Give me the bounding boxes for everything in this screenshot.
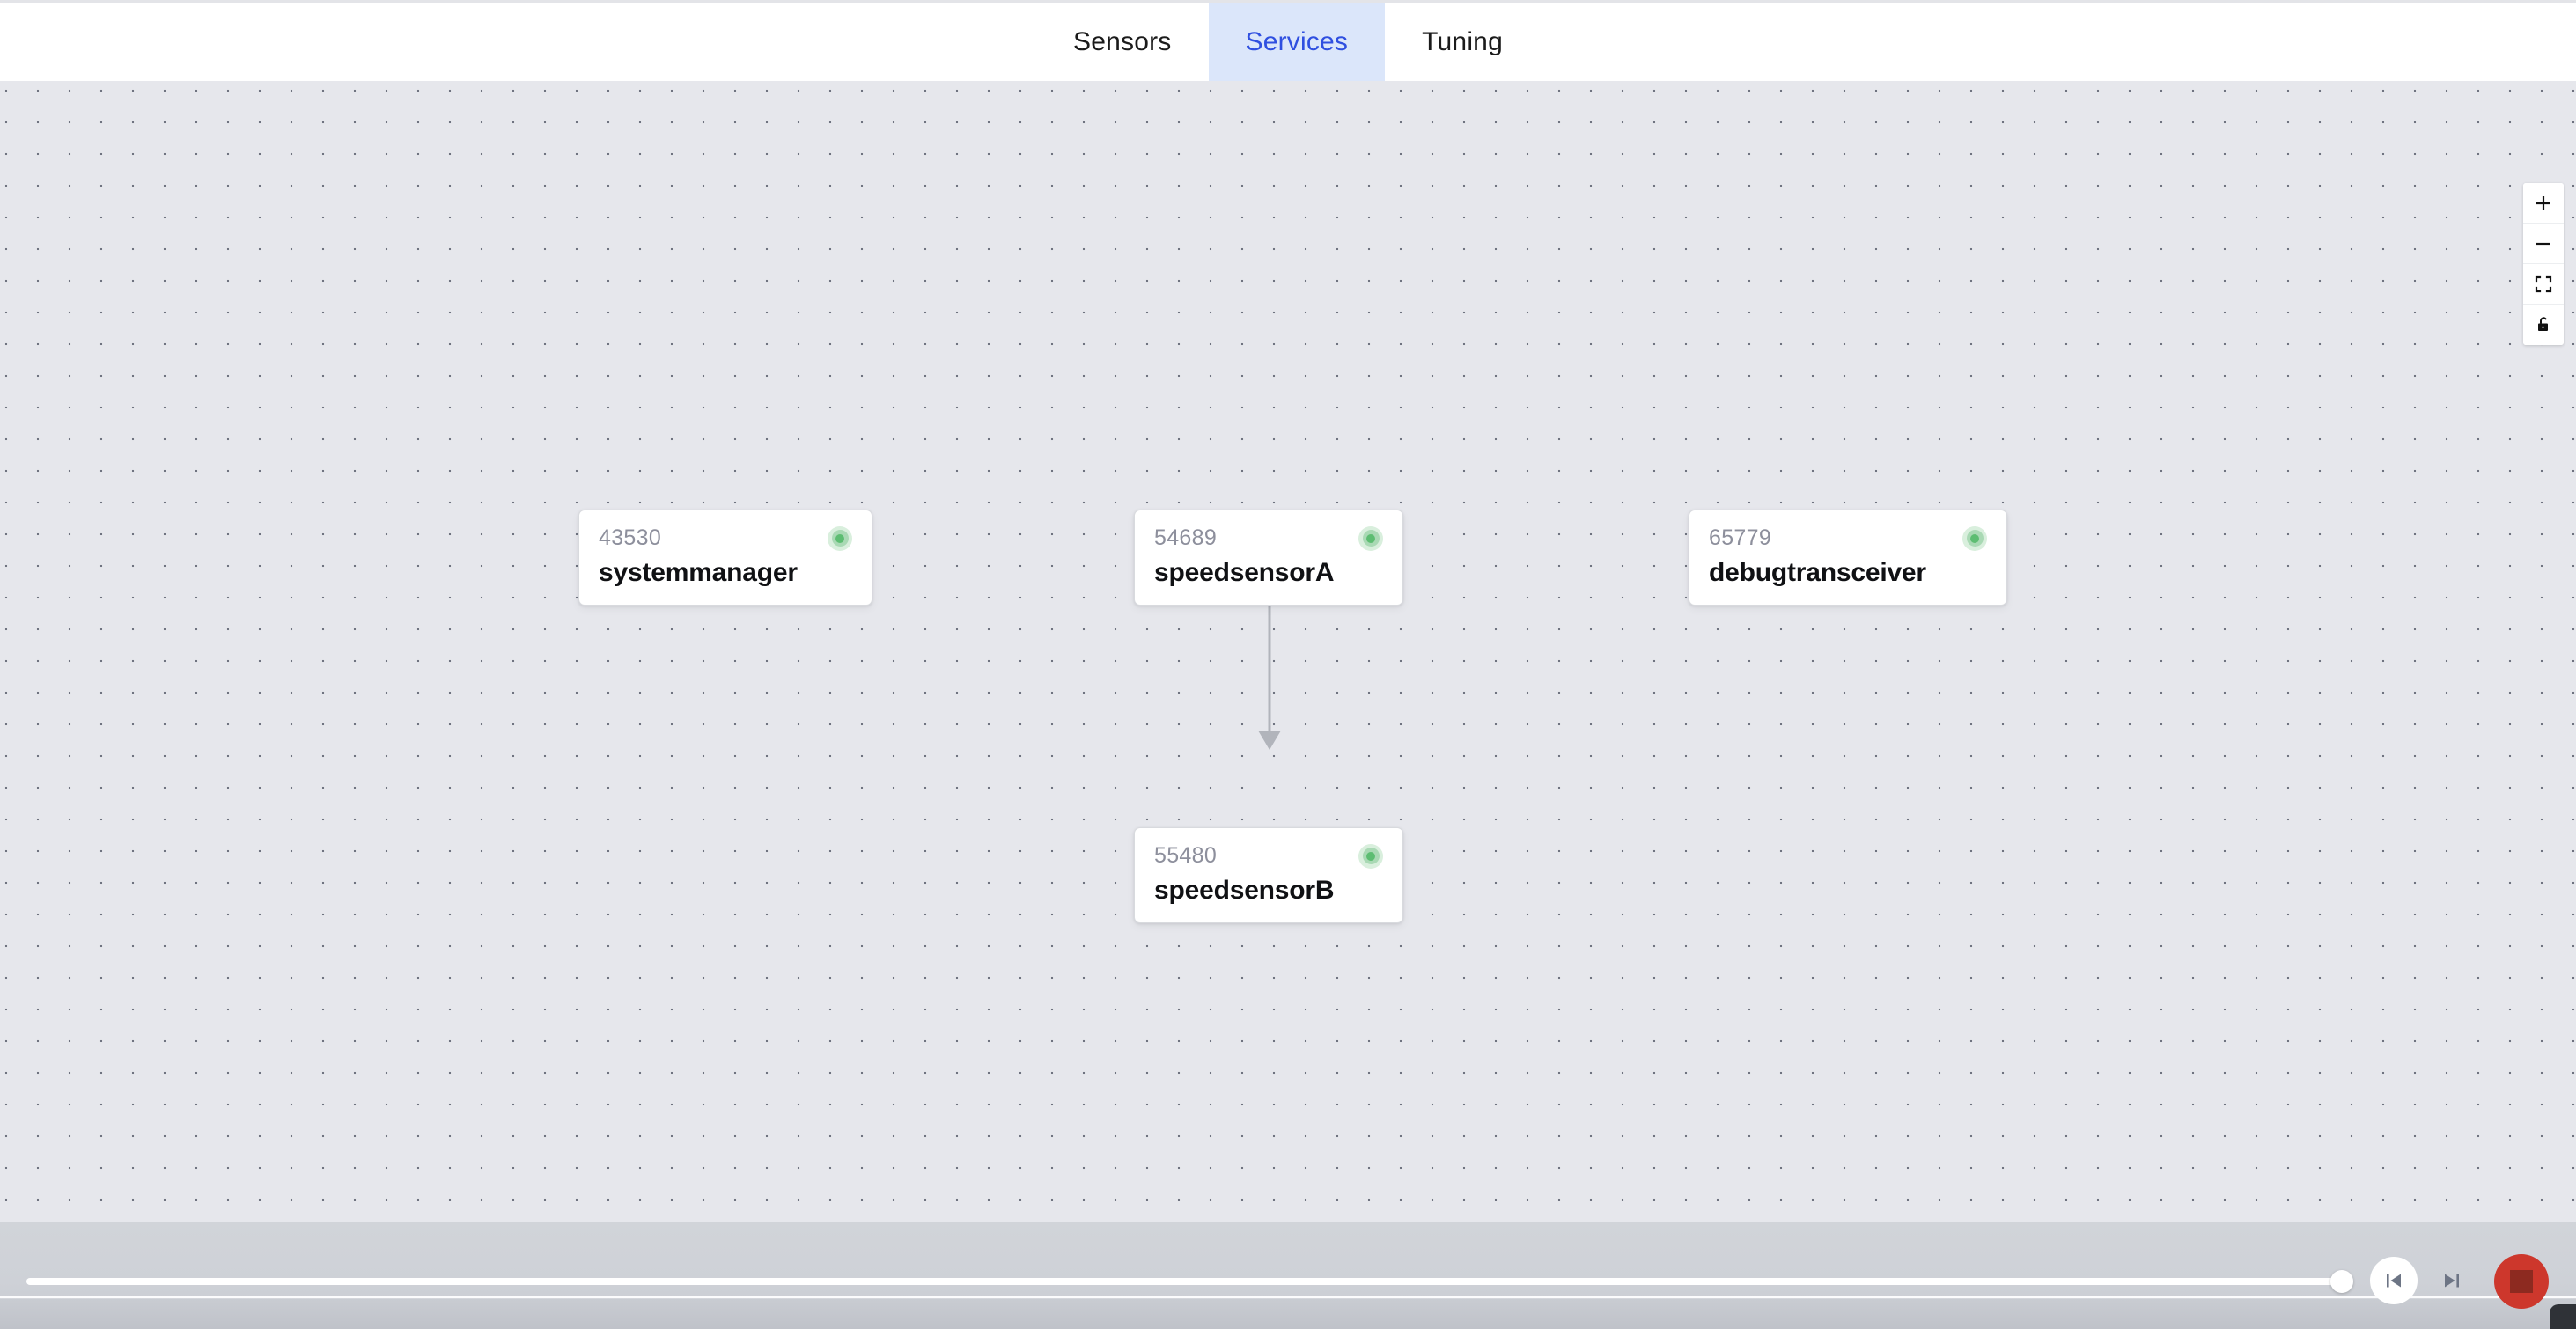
node-id: 65779 — [1709, 525, 1772, 550]
node-systemmanager[interactable]: 43530 systemmanager — [578, 510, 872, 606]
stop-button[interactable] — [2494, 1254, 2549, 1309]
zoom-out-button[interactable] — [2523, 224, 2564, 264]
node-header: 55480 — [1154, 843, 1383, 869]
minus-icon — [2536, 242, 2550, 245]
node-id: 43530 — [599, 525, 662, 550]
app-root: Sensors Services Tuning 43530 systemmana… — [0, 0, 2576, 1329]
skip-forward-icon — [2445, 1274, 2459, 1288]
viewport-controls — [2523, 183, 2564, 345]
node-title: speedsensorB — [1154, 876, 1335, 905]
node-debugtransceiver[interactable]: 65779 debugtransceiver — [1689, 510, 2007, 606]
fit-view-button[interactable] — [2523, 264, 2564, 305]
node-speedsensorA[interactable]: 54689 speedsensorA — [1134, 510, 1403, 606]
skip-back-button[interactable] — [2370, 1257, 2418, 1304]
lock-button[interactable] — [2523, 305, 2564, 345]
tab-services[interactable]: Services — [1208, 3, 1386, 81]
stop-square-icon — [2510, 1270, 2533, 1293]
node-title: speedsensorA — [1154, 558, 1335, 587]
status-indicator-icon — [1358, 525, 1383, 551]
fit-view-icon — [2535, 275, 2552, 292]
status-indicator-icon — [1962, 525, 1987, 551]
node-id: 55480 — [1154, 843, 1218, 868]
node-id: 54689 — [1154, 525, 1218, 550]
tab-bar: Sensors Services Tuning — [0, 0, 2576, 81]
zoom-in-button[interactable] — [2523, 183, 2564, 224]
slider-track[interactable] — [26, 1278, 2337, 1285]
tab-tuning[interactable]: Tuning — [1385, 3, 1540, 81]
padlock-icon — [2538, 317, 2548, 331]
edge-layer — [1258, 530, 1281, 750]
slider-thumb[interactable] — [2330, 1270, 2353, 1293]
node-header: 54689 — [1154, 525, 1383, 551]
node-speedsensorB[interactable]: 55480 speedsensorB — [1134, 827, 1403, 923]
corner-overlay — [2550, 1304, 2576, 1329]
node-title: systemmanager — [599, 558, 798, 587]
timeline-slider[interactable] — [26, 1270, 2355, 1293]
status-indicator-icon — [828, 525, 852, 551]
plus-icon — [2536, 195, 2550, 210]
node-header: 43530 — [599, 525, 852, 551]
node-title: debugtransceiver — [1709, 558, 1926, 587]
skip-back-icon — [2387, 1274, 2401, 1288]
status-indicator-icon — [1358, 843, 1383, 869]
skip-forward-button[interactable] — [2435, 1266, 2469, 1296]
node-header: 65779 — [1709, 525, 1987, 551]
tab-sensors[interactable]: Sensors — [1036, 3, 1208, 81]
graph-canvas[interactable]: 43530 systemmanager 54689 speedsensorA 6… — [0, 81, 2576, 1222]
bottom-strip — [0, 1296, 2576, 1329]
